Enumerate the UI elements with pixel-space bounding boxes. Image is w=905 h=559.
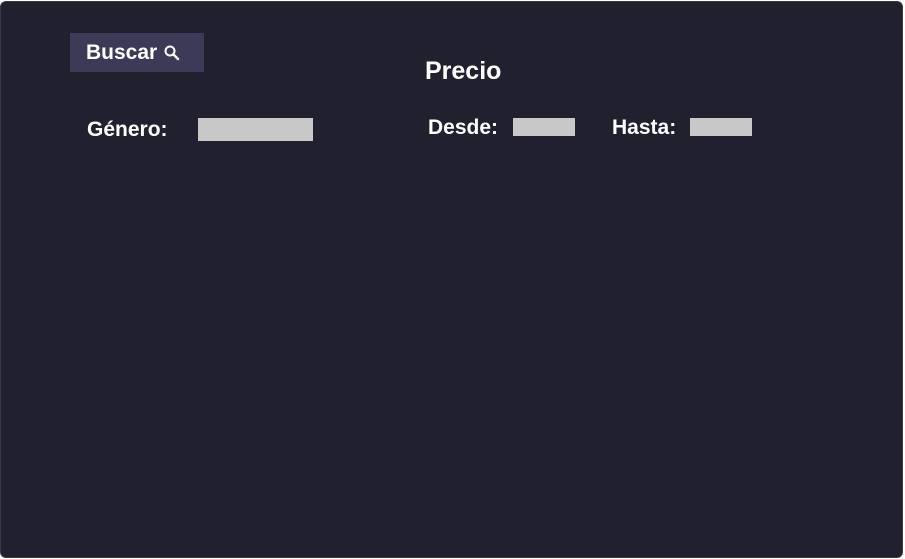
search-button-label: Buscar	[86, 40, 158, 64]
genre-input[interactable]	[198, 118, 313, 141]
price-from-input[interactable]	[513, 118, 575, 136]
price-to-input[interactable]	[690, 118, 752, 136]
genre-label: Género:	[87, 118, 168, 141]
price-heading: Precio	[425, 57, 502, 85]
price-from-label: Desde:	[428, 116, 499, 139]
price-to-label: Hasta:	[612, 116, 677, 139]
search-icon	[163, 44, 181, 62]
search-button[interactable]: Buscar	[70, 33, 204, 72]
filter-panel: Buscar Precio Género: Desde: Hasta:	[0, 1, 903, 558]
